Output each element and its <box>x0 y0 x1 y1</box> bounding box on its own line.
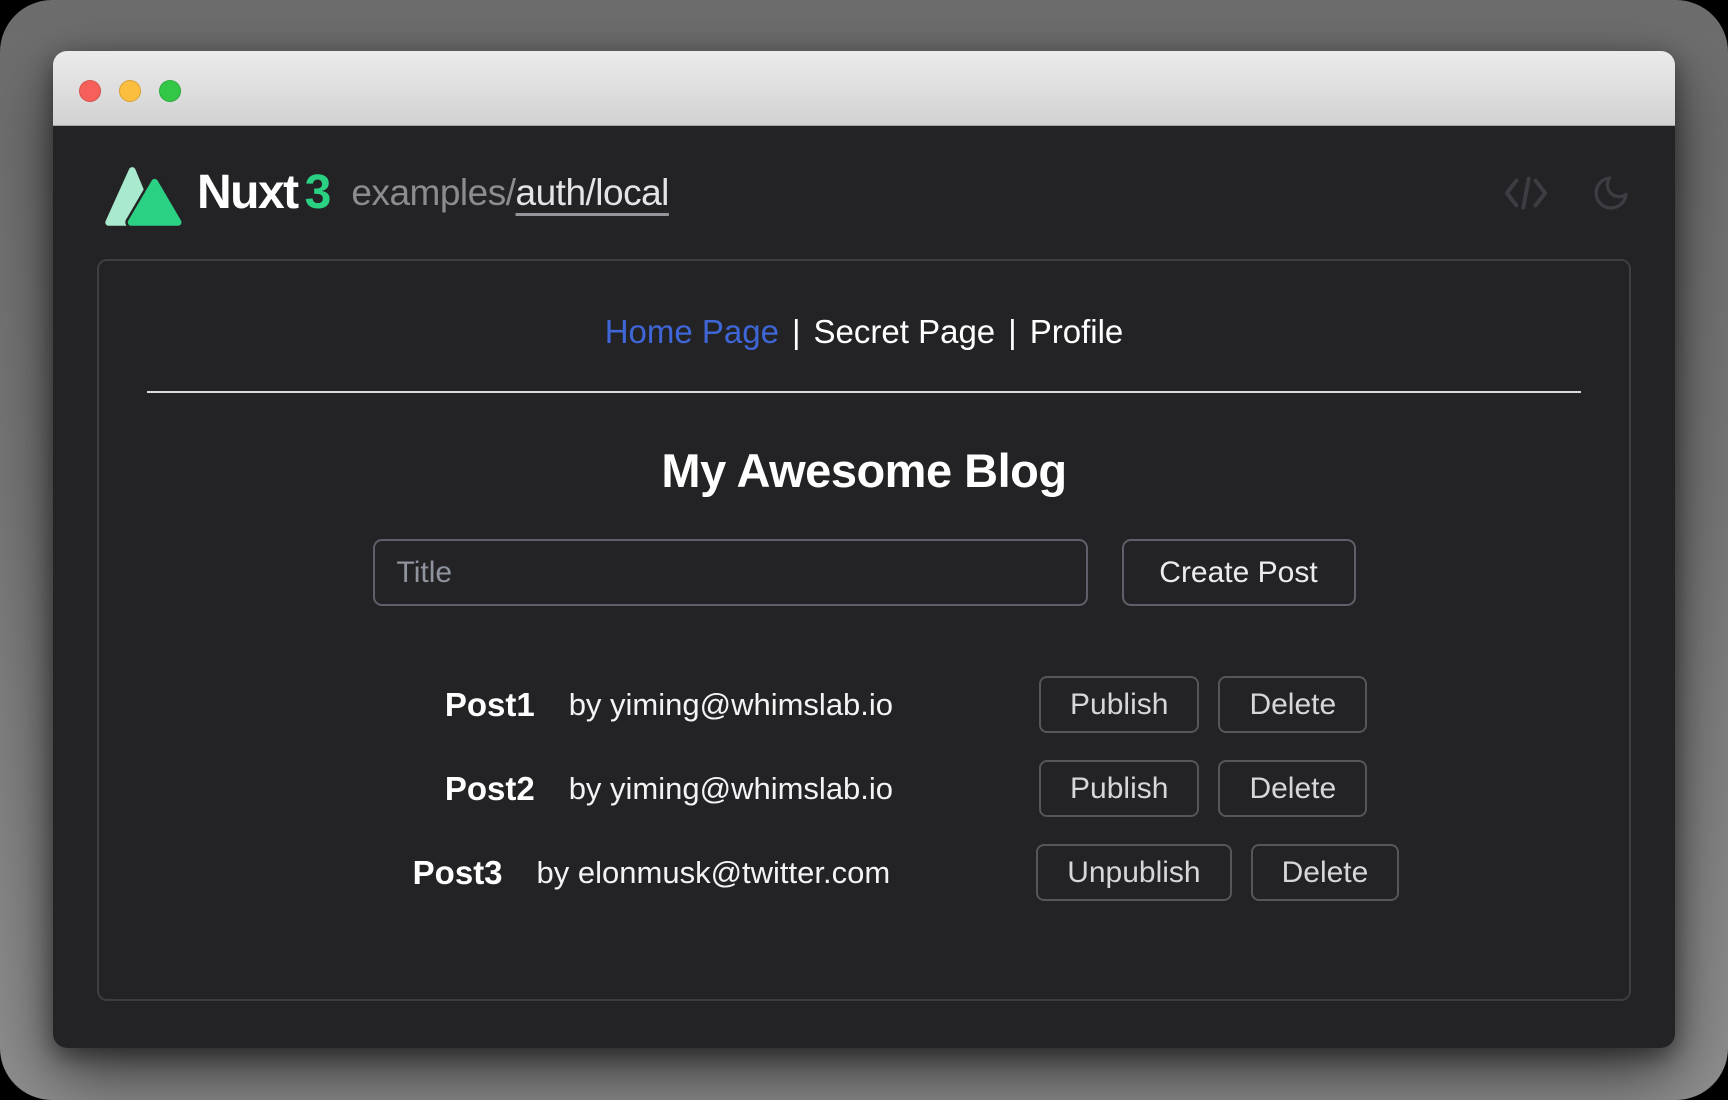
brand-group: Nuxt 3 examples/auth/local <box>97 158 669 228</box>
maximize-button[interactable] <box>159 80 181 102</box>
brand-name: Nuxt <box>197 165 298 220</box>
post-row: Post1 by yiming@whimslab.io Publish Dele… <box>183 676 1629 733</box>
nav-link-home[interactable]: Home Page <box>605 313 779 351</box>
moon-icon[interactable] <box>1591 173 1631 213</box>
post-author: by yiming@whimslab.io <box>569 771 893 807</box>
create-post-form: Create Post <box>99 539 1629 606</box>
nav-link-profile[interactable]: Profile <box>1030 313 1124 351</box>
content-panel: Home Page | Secret Page | Profile My Awe… <box>97 259 1631 1001</box>
breadcrumb-link[interactable]: auth/local <box>516 172 669 213</box>
post-row: Post3 by elonmusk@twitter.com Unpublish … <box>183 844 1629 901</box>
create-post-button[interactable]: Create Post <box>1122 539 1356 606</box>
main-nav: Home Page | Secret Page | Profile <box>99 313 1629 351</box>
brand-version: 3 <box>305 165 332 220</box>
window-titlebar <box>53 51 1675 126</box>
traffic-lights <box>79 80 181 102</box>
delete-button[interactable]: Delete <box>1218 676 1367 733</box>
post-title: Post1 <box>445 686 535 724</box>
post-title: Post2 <box>445 770 535 808</box>
breadcrumb: examples/auth/local <box>351 172 669 214</box>
nav-link-secret[interactable]: Secret Page <box>814 313 996 351</box>
nav-divider <box>147 391 1581 393</box>
nuxt-mountains-icon <box>97 162 183 228</box>
breadcrumb-prefix: examples/ <box>351 172 515 213</box>
page-body: Nuxt 3 examples/auth/local <box>53 126 1675 1048</box>
publish-button[interactable]: Publish <box>1039 676 1199 733</box>
minimize-button[interactable] <box>119 80 141 102</box>
app-header: Nuxt 3 examples/auth/local <box>53 126 1675 259</box>
close-button[interactable] <box>79 80 101 102</box>
unpublish-button[interactable]: Unpublish <box>1036 844 1231 901</box>
page-title: My Awesome Blog <box>99 443 1629 498</box>
code-icon[interactable] <box>1503 176 1549 210</box>
nav-separator: | <box>792 313 801 351</box>
post-title: Post3 <box>413 854 503 892</box>
posts-list: Post1 by yiming@whimslab.io Publish Dele… <box>183 676 1629 901</box>
app-window: Nuxt 3 examples/auth/local <box>53 51 1675 1048</box>
post-actions: Publish Delete <box>1039 676 1367 733</box>
title-input[interactable] <box>373 539 1088 606</box>
publish-button[interactable]: Publish <box>1039 760 1199 817</box>
nav-separator: | <box>1008 313 1017 351</box>
post-actions: Publish Delete <box>1039 760 1367 817</box>
post-author: by elonmusk@twitter.com <box>537 855 891 891</box>
post-author: by yiming@whimslab.io <box>569 687 893 723</box>
delete-button[interactable]: Delete <box>1251 844 1400 901</box>
post-row: Post2 by yiming@whimslab.io Publish Dele… <box>183 760 1629 817</box>
header-icons <box>1503 173 1631 213</box>
desktop-background: Nuxt 3 examples/auth/local <box>0 0 1728 1100</box>
delete-button[interactable]: Delete <box>1218 760 1367 817</box>
post-actions: Unpublish Delete <box>1036 844 1399 901</box>
